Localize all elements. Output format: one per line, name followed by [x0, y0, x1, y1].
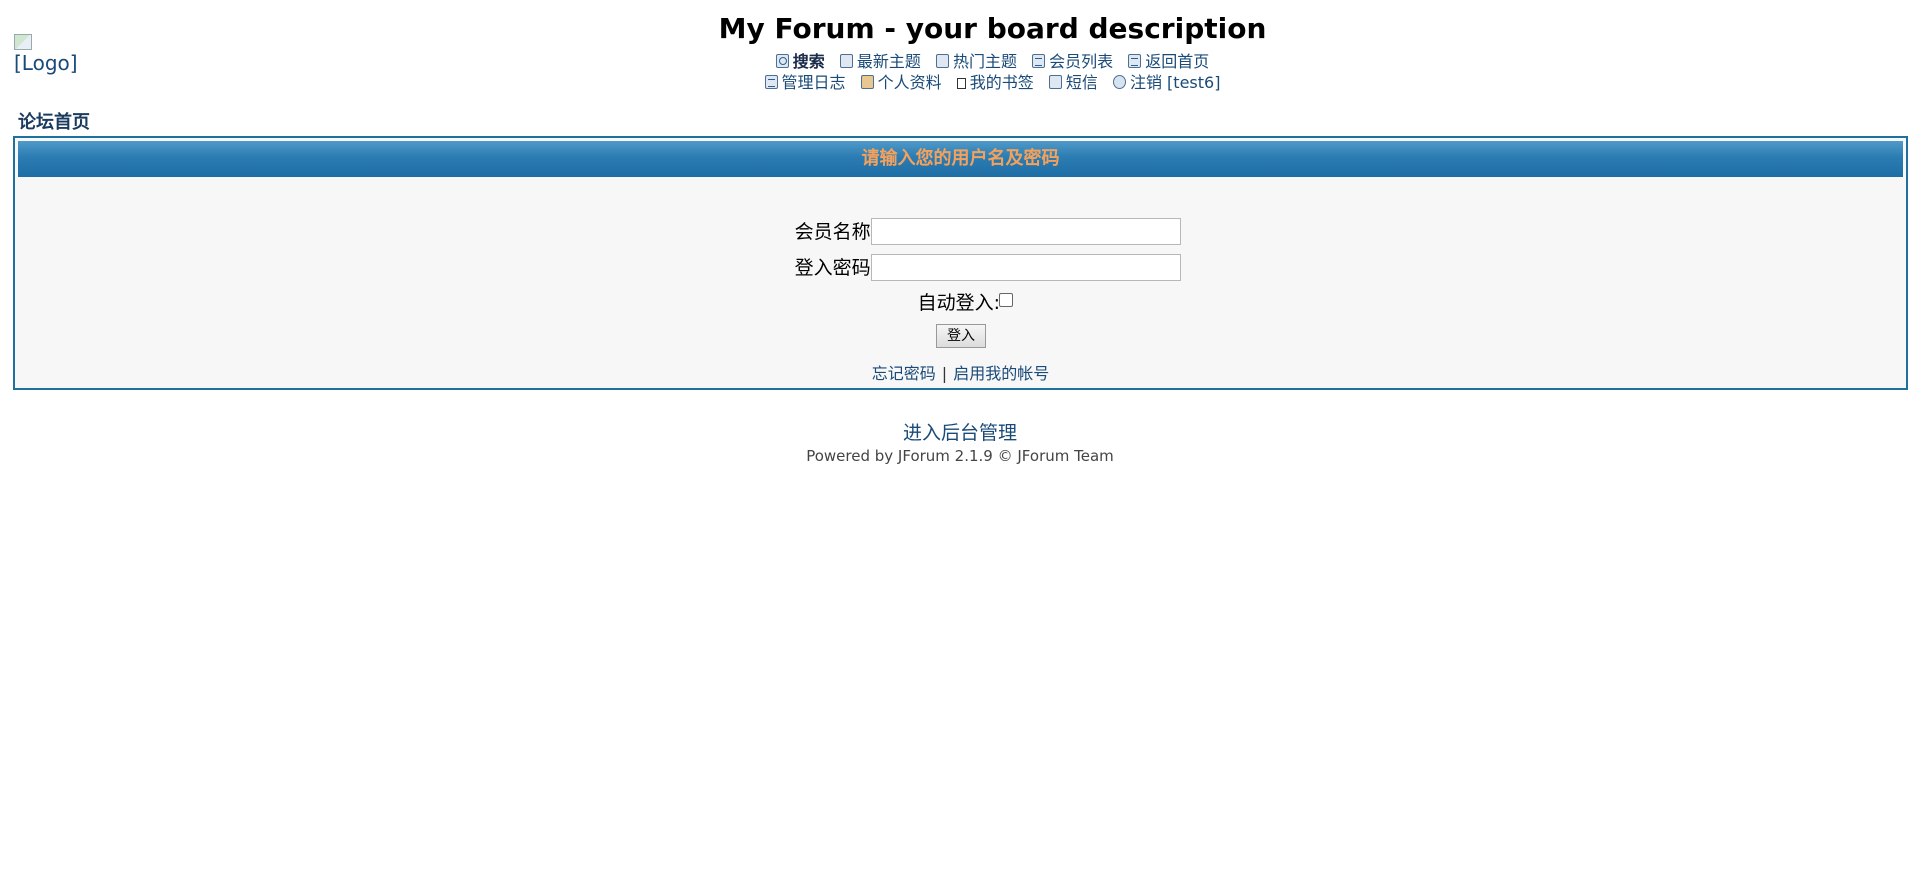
admin-panel-link[interactable]: 进入后台管理: [0, 418, 1920, 445]
nav-row-secondary: 管理日志 个人资料 我的书签 短信 注销 [test6]: [0, 73, 1920, 93]
bookmark-icon: [956, 78, 966, 89]
site-title: My Forum - your board description: [718, 12, 1267, 45]
nav-row-primary: 搜索 最新主题 热门主题 会员列表 返回首页: [0, 52, 1920, 72]
hot-topics-icon: [935, 54, 949, 68]
nav-home-link[interactable]: 返回首页: [1128, 52, 1209, 72]
logout-icon: [1112, 75, 1126, 89]
nav-search-link[interactable]: 搜索: [775, 52, 825, 72]
nav-profile-link[interactable]: 个人资料: [860, 73, 942, 93]
activate-account-link[interactable]: 启用我的帐号: [953, 364, 1049, 383]
recent-topics-icon: [839, 54, 853, 68]
username-label: 会员名称:: [794, 221, 877, 243]
username-input[interactable]: [871, 218, 1181, 245]
search-icon: [775, 54, 789, 68]
home-icon: [1128, 54, 1142, 68]
login-help-links: 忘记密码 | 启用我的帐号: [15, 360, 1906, 384]
link-separator: |: [941, 364, 948, 383]
login-panel-heading: 请输入您的用户名及密码: [18, 141, 1903, 177]
breadcrumb-forum-index[interactable]: 论坛首页: [18, 108, 90, 134]
nav-logout-link[interactable]: 注销 [test6]: [1112, 73, 1220, 93]
powered-by-text: Powered by JForum 2.1.9 © JForum Team: [806, 447, 1114, 465]
login-panel: 请输入您的用户名及密码 会员名称: 登入密码: 自动登入: 登入 忘记密码 | 启用…: [13, 136, 1908, 390]
login-submit-button[interactable]: 登入: [936, 324, 986, 348]
forgot-password-link[interactable]: 忘记密码: [872, 364, 936, 383]
nav-private-messages-link[interactable]: 短信: [1048, 73, 1098, 93]
nav-bookmarks-link[interactable]: 我的书签: [956, 73, 1034, 93]
nav-moderation-log-link[interactable]: 管理日志: [764, 73, 846, 93]
moderation-log-icon: [764, 75, 778, 89]
profile-icon: [860, 75, 874, 89]
private-message-icon: [1048, 75, 1062, 89]
nav-recent-topics-link[interactable]: 最新主题: [839, 52, 921, 72]
member-list-icon: [1032, 54, 1046, 68]
autologin-checkbox[interactable]: [999, 293, 1013, 307]
password-label: 登入密码:: [794, 257, 877, 279]
nav-hot-topics-link[interactable]: 热门主题: [935, 52, 1017, 72]
autologin-label: 自动登入:: [917, 292, 1000, 314]
nav-member-list-link[interactable]: 会员列表: [1032, 52, 1113, 72]
password-input[interactable]: [871, 254, 1181, 281]
